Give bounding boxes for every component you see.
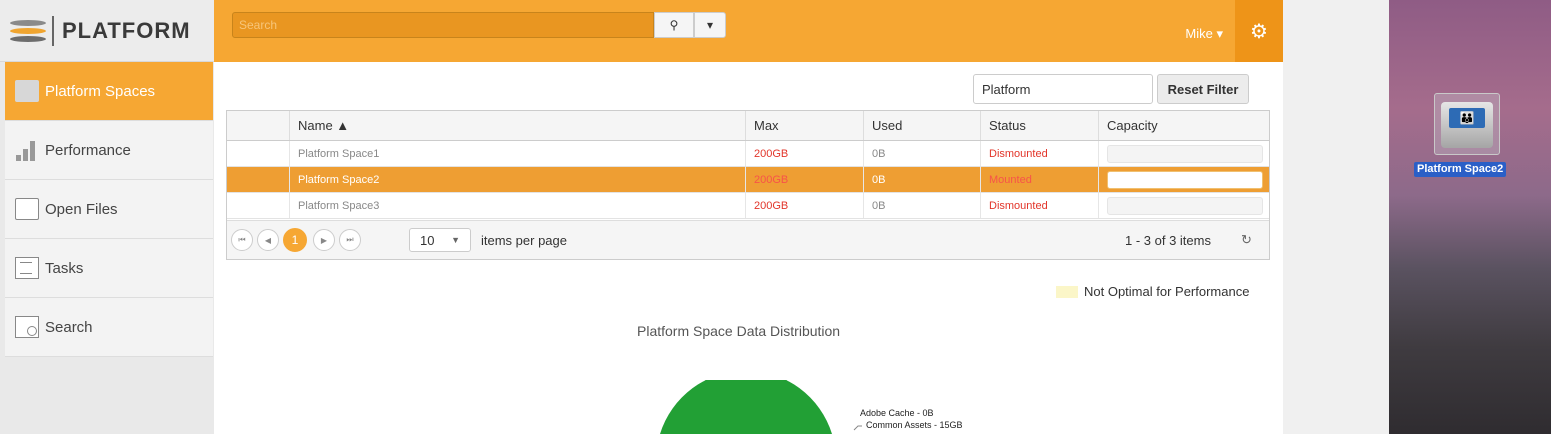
header-cell-select [227, 111, 289, 140]
page-size-select[interactable]: 10 ▼ [409, 228, 471, 252]
sidebar-item-label: Platform Spaces [45, 82, 156, 100]
cell-used: 0B [863, 193, 980, 218]
sidebar-item-label: Performance [45, 141, 131, 159]
cell-capacity [1098, 193, 1269, 218]
desktop-wallpaper [1389, 0, 1551, 434]
sidebar-item-performance[interactable]: Performance [5, 121, 213, 180]
window-gutter [1283, 0, 1389, 434]
last-page-icon: ⏭ [346, 235, 354, 244]
sidebar-item-tasks[interactable]: Tasks [5, 239, 213, 298]
row-select-cell[interactable] [227, 141, 289, 166]
search-input[interactable] [232, 12, 654, 38]
sidebar-item-label: Search [45, 318, 93, 336]
sidebar-item-label: Open Files [45, 200, 118, 218]
chevron-down-icon: ▾ [706, 18, 714, 32]
tasks-icon [15, 257, 39, 279]
chart-title: Platform Space Data Distribution [637, 323, 841, 339]
search-options-dropdown[interactable]: ▾ [694, 12, 726, 38]
shared-users-icon: 👪 [1449, 108, 1485, 128]
first-page-button[interactable]: ⏮ [231, 229, 253, 251]
search-button[interactable]: ⚲ [654, 12, 694, 38]
logo[interactable]: PLATFORM [0, 0, 214, 62]
capacity-bar [1107, 144, 1263, 163]
top-bar: ⚲ ▾ Mike ▾ ⚙ [214, 0, 1283, 62]
cell-status: Mounted [980, 167, 1098, 192]
platform-logo-icon [10, 19, 46, 42]
header-cell-used[interactable]: Used [863, 111, 980, 140]
cell-max: 200GB [745, 167, 863, 192]
cell-capacity [1098, 141, 1269, 166]
next-page-button[interactable]: ▶ [313, 229, 335, 251]
network-drive-icon[interactable]: 👪 [1434, 93, 1500, 155]
logo-divider [52, 15, 54, 46]
sidebar-item-platform-spaces[interactable]: Platform Spaces [5, 62, 213, 121]
prev-page-icon: ◀ [264, 235, 272, 245]
chevron-down-icon: ▼ [451, 235, 460, 245]
header-cell-name[interactable]: Name ▲ [289, 111, 745, 140]
legend-label: Not Optimal for Performance [1084, 284, 1250, 299]
cell-max: 200GB [745, 193, 863, 218]
sidebar-item-search[interactable]: Search [5, 298, 213, 357]
cell-capacity [1098, 167, 1269, 192]
header-cell-status[interactable]: Status [980, 111, 1098, 140]
page-1-button[interactable]: 1 [283, 228, 307, 252]
table-row[interactable]: Platform Space1 200GB 0B Dismounted [227, 141, 1269, 167]
cell-status: Dismounted [980, 193, 1098, 218]
range-info: 1 - 3 of 3 items [1125, 233, 1211, 248]
filter-input[interactable] [973, 74, 1153, 104]
leader-line [853, 425, 862, 431]
cell-status: Dismounted [980, 141, 1098, 166]
search-doc-icon [15, 316, 39, 338]
legend: Not Optimal for Performance [1056, 284, 1249, 299]
row-select-cell[interactable] [227, 167, 289, 192]
next-page-icon: ▶ [320, 235, 328, 245]
cell-used: 0B [863, 167, 980, 192]
row-select-cell[interactable] [227, 193, 289, 218]
brand-name: PLATFORM [62, 17, 191, 43]
user-menu[interactable]: Mike ▾ [1185, 26, 1223, 42]
grid-header: Name ▲ Max Used Status Capacity [227, 111, 1269, 141]
header-cell-max[interactable]: Max [745, 111, 863, 140]
sidebar: PLATFORM Platform Spaces Performance Ope… [0, 0, 214, 434]
first-page-icon: ⏮ [238, 235, 246, 244]
spaces-grid: Name ▲ Max Used Status Capacity Platform… [226, 110, 1270, 260]
pie-slice[interactable] [660, 380, 832, 434]
items-per-page-label: items per page [481, 233, 567, 248]
cell-name: Platform Space2 [289, 167, 745, 192]
cell-max: 200GB [745, 141, 863, 166]
prev-page-button[interactable]: ◀ [257, 229, 279, 251]
gear-icon: ⚙ [1250, 20, 1268, 43]
refresh-icon[interactable]: ↻ [1241, 232, 1252, 248]
drive-body: 👪 [1441, 102, 1493, 148]
cell-name: Platform Space1 [289, 141, 745, 166]
settings-button[interactable]: ⚙ [1235, 0, 1283, 62]
legend-swatch [1056, 285, 1078, 298]
capacity-bar [1107, 196, 1263, 215]
search-icon: ⚲ [669, 18, 679, 32]
cell-used: 0B [863, 141, 980, 166]
last-page-button[interactable]: ⏭ [339, 229, 361, 251]
file-lock-icon [15, 198, 39, 220]
pie-label: Common Assets - 15GB [866, 420, 963, 430]
sidebar-item-label: Tasks [45, 259, 84, 277]
reset-filter-button[interactable]: Reset Filter [1157, 74, 1249, 104]
bar-chart-icon [15, 139, 39, 161]
drive-label[interactable]: Platform Space2 [1414, 162, 1507, 177]
sidebar-item-open-files[interactable]: Open Files [5, 180, 213, 239]
table-row[interactable]: Platform Space3 200GB 0B Dismounted [227, 193, 1269, 219]
table-row[interactable]: Platform Space2 200GB 0B Mounted [227, 167, 1269, 193]
header-cell-capacity[interactable]: Capacity [1098, 111, 1269, 140]
folder-icon [15, 80, 39, 102]
cell-name: Platform Space3 [289, 193, 745, 218]
pie-label: Adobe Cache - 0B [860, 408, 934, 418]
pager: ⏮ ◀ 1 ▶ ⏭ 10 ▼ items per page 1 - 3 of 3… [227, 220, 1269, 259]
capacity-bar [1107, 170, 1263, 189]
page-size-value: 10 [420, 232, 435, 248]
pie-chart: Adobe Cache - 0B Common Assets - 15GB [660, 380, 963, 434]
